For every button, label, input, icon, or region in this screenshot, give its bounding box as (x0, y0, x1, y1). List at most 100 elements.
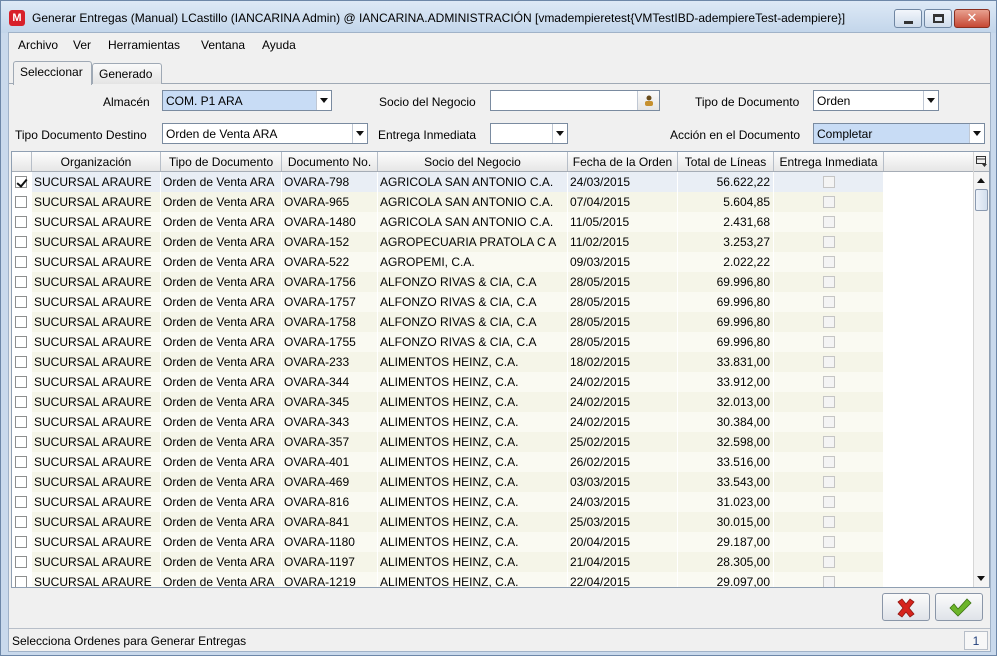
selected-count[interactable]: 1 (964, 631, 988, 650)
column-control-button[interactable] (974, 152, 989, 172)
table-row[interactable]: SUCURSAL ARAURE Orden de Venta ARA OVARA-3… (12, 392, 884, 412)
row-select-cell[interactable] (12, 312, 32, 332)
col-socio-header[interactable]: Socio del Negocio (378, 152, 568, 171)
row-select-checkbox[interactable] (15, 476, 27, 488)
col-select-header[interactable] (12, 152, 32, 171)
row-select-checkbox[interactable] (15, 436, 27, 448)
scroll-thumb[interactable] (975, 189, 988, 211)
row-select-checkbox[interactable] (15, 456, 27, 468)
menu-herramientas[interactable]: Herramientas (108, 38, 180, 52)
row-select-cell[interactable] (12, 472, 32, 492)
chevron-down-icon[interactable] (352, 124, 367, 143)
row-select-cell[interactable] (12, 172, 32, 192)
table-row[interactable]: SUCURSAL ARAURE Orden de Venta ARA OVARA-4… (12, 472, 884, 492)
col-tipo-doc-header[interactable]: Tipo de Documento (161, 152, 282, 171)
scroll-up-icon[interactable] (974, 173, 989, 188)
row-select-checkbox[interactable] (15, 356, 27, 368)
chevron-down-icon[interactable] (923, 91, 938, 110)
row-select-checkbox[interactable] (15, 296, 27, 308)
title-bar[interactable]: M Generar Entregas (Manual) LCastillo (I… (1, 1, 996, 33)
row-select-cell[interactable] (12, 352, 32, 372)
table-row[interactable]: SUCURSAL ARAURE Orden de Venta ARA OVARA-1… (12, 212, 884, 232)
table-row[interactable]: SUCURSAL ARAURE Orden de Venta ARA OVARA-1… (12, 552, 884, 572)
table-row[interactable]: SUCURSAL ARAURE Orden de Venta ARA OVARA-8… (12, 492, 884, 512)
row-select-cell[interactable] (12, 372, 32, 392)
col-organizacion-header[interactable]: Organización (32, 152, 161, 171)
row-select-checkbox[interactable] (15, 336, 27, 348)
row-select-checkbox[interactable] (15, 276, 27, 288)
row-select-cell[interactable] (12, 532, 32, 552)
tab-generado[interactable]: Generado (92, 63, 162, 84)
row-select-cell[interactable] (12, 572, 32, 587)
table-row[interactable]: SUCURSAL ARAURE Orden de Venta ARA OVARA-3… (12, 372, 884, 392)
row-select-cell[interactable] (12, 252, 32, 272)
row-select-checkbox[interactable] (15, 556, 27, 568)
row-select-checkbox[interactable] (15, 536, 27, 548)
row-select-checkbox[interactable] (15, 196, 27, 208)
row-select-checkbox[interactable] (15, 516, 27, 528)
menu-ver[interactable]: Ver (73, 38, 91, 52)
table-row[interactable]: SUCURSAL ARAURE Orden de Venta ARA OVARA-8… (12, 512, 884, 532)
row-select-checkbox[interactable] (15, 396, 27, 408)
menu-ayuda[interactable]: Ayuda (262, 38, 296, 52)
entrega-inmediata-select[interactable] (490, 123, 568, 144)
menu-archivo[interactable]: Archivo (18, 38, 58, 52)
scroll-down-icon[interactable] (974, 571, 989, 586)
table-row[interactable]: SUCURSAL ARAURE Orden de Venta ARA OVARA-1… (12, 272, 884, 292)
row-select-checkbox[interactable] (15, 496, 27, 508)
chevron-down-icon[interactable] (969, 124, 984, 143)
row-select-cell[interactable] (12, 232, 32, 252)
table-row[interactable]: SUCURSAL ARAURE Orden de Venta ARA OVARA-1… (12, 292, 884, 312)
close-button[interactable]: ✕ (954, 9, 990, 28)
table-row[interactable]: SUCURSAL ARAURE Orden de Venta ARA OVARA-1… (12, 572, 884, 587)
cancel-button[interactable] (882, 593, 930, 621)
table-row[interactable]: SUCURSAL ARAURE Orden de Venta ARA OVARA-1… (12, 312, 884, 332)
socio-field[interactable] (490, 90, 660, 111)
table-row[interactable]: SUCURSAL ARAURE Orden de Venta ARA OVARA-3… (12, 432, 884, 452)
tipo-doc-select[interactable]: Orden (813, 90, 939, 111)
table-row[interactable]: SUCURSAL ARAURE Orden de Venta ARA OVARA-4… (12, 452, 884, 472)
accion-select[interactable]: Completar (813, 123, 985, 144)
table-row[interactable]: SUCURSAL ARAURE Orden de Venta ARA OVARA-2… (12, 352, 884, 372)
col-documento-header[interactable]: Documento No. (282, 152, 378, 171)
chevron-down-icon[interactable] (552, 124, 567, 143)
row-select-checkbox[interactable] (15, 216, 27, 228)
row-select-cell[interactable] (12, 212, 32, 232)
row-select-cell[interactable] (12, 512, 32, 532)
row-select-checkbox[interactable] (15, 236, 27, 248)
table-row[interactable]: SUCURSAL ARAURE Orden de Venta ARA OVARA-3… (12, 412, 884, 432)
table-row[interactable]: SUCURSAL ARAURE Orden de Venta ARA OVARA-5… (12, 252, 884, 272)
socio-lookup-button[interactable] (637, 91, 659, 110)
minimize-button[interactable] (894, 9, 922, 28)
tipo-doc-destino-select[interactable]: Orden de Venta ARA (162, 123, 368, 144)
col-entrega-header[interactable]: Entrega Inmediata (774, 152, 884, 171)
tab-seleccionar[interactable]: Seleccionar (13, 61, 92, 85)
menu-ventana[interactable]: Ventana (201, 38, 245, 52)
row-select-cell[interactable] (12, 292, 32, 312)
table-row[interactable]: SUCURSAL ARAURE Orden de Venta ARA OVARA-1… (12, 332, 884, 352)
table-row[interactable]: SUCURSAL ARAURE Orden de Venta ARA OVARA-9… (12, 192, 884, 212)
row-select-checkbox[interactable] (15, 256, 27, 268)
row-select-checkbox[interactable] (15, 576, 27, 587)
row-select-cell[interactable] (12, 492, 32, 512)
row-select-checkbox[interactable] (15, 376, 27, 388)
row-select-checkbox[interactable] (15, 316, 27, 328)
almacen-select[interactable]: COM. P1 ARA (162, 90, 332, 111)
row-select-cell[interactable] (12, 552, 32, 572)
chevron-down-icon[interactable] (316, 91, 331, 110)
row-select-checkbox[interactable] (15, 416, 27, 428)
table-row[interactable]: SUCURSAL ARAURE Orden de Venta ARA OVARA-1… (12, 532, 884, 552)
row-select-cell[interactable] (12, 192, 32, 212)
col-fecha-header[interactable]: Fecha de la Orden (568, 152, 678, 171)
ok-button[interactable] (935, 593, 983, 621)
col-total-header[interactable]: Total de Líneas (678, 152, 774, 171)
maximize-button[interactable] (924, 9, 952, 28)
row-select-cell[interactable] (12, 392, 32, 412)
vertical-scrollbar[interactable] (973, 152, 989, 587)
row-select-cell[interactable] (12, 272, 32, 292)
row-select-checkbox[interactable] (15, 176, 27, 188)
table-row[interactable]: SUCURSAL ARAURE Orden de Venta ARA OVARA-1… (12, 232, 884, 252)
row-select-cell[interactable] (12, 412, 32, 432)
row-select-cell[interactable] (12, 332, 32, 352)
row-select-cell[interactable] (12, 432, 32, 452)
